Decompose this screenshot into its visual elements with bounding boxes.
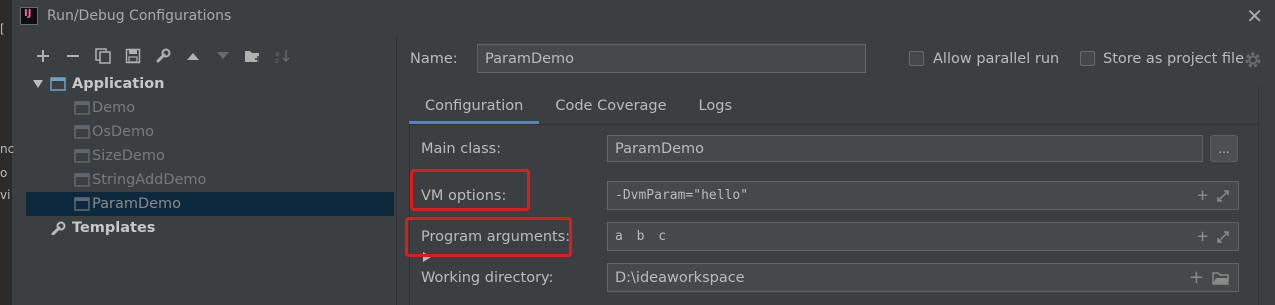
folder-icon[interactable] (1212, 271, 1230, 285)
expand-plus-icon[interactable]: + (1197, 186, 1208, 205)
tree-item-label: Demo (92, 100, 136, 116)
config-icon (74, 197, 90, 211)
close-icon[interactable]: ✕ (1246, 4, 1263, 28)
title-bar: IJ Run/Debug Configurations ✕ (12, 0, 1275, 34)
vm-options-highlight (410, 169, 530, 211)
tab-logs[interactable]: Logs (683, 88, 748, 124)
edge-fragment: [ (0, 22, 5, 36)
remove-icon[interactable] (58, 44, 88, 68)
tree-item[interactable]: SizeDemo (26, 144, 394, 168)
program-arguments-field[interactable]: a b c + (607, 222, 1239, 251)
config-icon (74, 101, 90, 115)
copy-icon[interactable] (88, 44, 118, 68)
expand-plus-icon[interactable]: + (1189, 268, 1204, 287)
tab-code-coverage[interactable]: Code Coverage (539, 88, 682, 124)
program-arguments-value: a b c (615, 229, 670, 244)
new-folder-icon[interactable] (238, 44, 268, 68)
expand-editor-icon[interactable] (1216, 189, 1230, 203)
expand-plus-icon[interactable]: + (1197, 227, 1208, 246)
tree-group-label: Application (72, 76, 165, 92)
add-icon[interactable] (28, 44, 58, 68)
allow-parallel-checkbox[interactable] (909, 51, 924, 66)
tree-item-label: SizeDemo (92, 148, 165, 164)
tab-bar: Configuration Code Coverage Logs (409, 88, 748, 124)
store-project-checkbox[interactable] (1080, 51, 1095, 66)
svg-text:z: z (275, 57, 279, 64)
edge-fragment: nc (0, 142, 15, 156)
tree-item[interactable]: OsDemo (26, 120, 394, 144)
allow-parallel-label: Allow parallel run (933, 51, 1060, 67)
wrench-icon[interactable] (148, 44, 178, 68)
tab-configuration[interactable]: Configuration (409, 88, 540, 124)
field-actions: + (1197, 223, 1230, 250)
tree-item[interactable]: StringAddDemo (26, 168, 394, 192)
sort-icon[interactable]: az (268, 44, 298, 68)
main-class-field[interactable]: ParamDemo (607, 135, 1203, 162)
name-field[interactable]: ParamDemo (477, 44, 866, 73)
vm-options-value: -DvmParam="hello" (615, 188, 749, 203)
expand-editor-icon[interactable] (1216, 230, 1230, 244)
tree-item-label: ParamDemo (92, 196, 182, 212)
config-icon (74, 125, 90, 139)
vertical-scrollbar[interactable] (1258, 86, 1275, 305)
edge-fragment: vi (0, 188, 11, 202)
app-icon-text: IJ (24, 8, 32, 19)
name-label: Name: (410, 51, 458, 67)
tree-item-label: OsDemo (92, 124, 155, 140)
browse-button[interactable]: ... (1210, 135, 1238, 162)
tree-group-application[interactable]: Application (26, 72, 394, 96)
tree-item[interactable]: Demo (26, 96, 394, 120)
tree-item-selected[interactable]: ParamDemo (26, 192, 394, 216)
intellij-app-icon: IJ (20, 7, 38, 25)
program-arguments-highlight (405, 217, 572, 257)
wrench-icon (51, 221, 66, 235)
tree-item-label: StringAddDemo (92, 172, 207, 188)
move-up-icon[interactable] (178, 44, 208, 68)
main-class-label: Main class: (421, 141, 502, 157)
store-project-label: Store as project file (1103, 51, 1244, 67)
application-icon (50, 77, 66, 91)
configuration-tree: Application Demo OsDemo SizeDemo StringA… (26, 72, 431, 305)
config-icon (74, 149, 90, 163)
working-directory-field[interactable]: D:\ideaworkspace + (607, 263, 1239, 292)
vm-options-field[interactable]: -DvmParam="hello" + (607, 181, 1239, 210)
tree-group-label: Templates (72, 220, 156, 236)
working-directory-value: D:\ideaworkspace (615, 269, 745, 286)
configuration-panel: Main class: ParamDemo ... VM options: -D… (409, 124, 1259, 305)
gear-icon[interactable] (1244, 51, 1262, 69)
field-actions: + (1189, 264, 1230, 291)
expand-arrow-icon[interactable] (33, 80, 43, 88)
config-toolbar: az (28, 44, 298, 68)
tree-group-templates[interactable]: Templates (26, 216, 431, 262)
move-down-icon[interactable] (208, 44, 238, 68)
field-actions: + (1197, 182, 1230, 209)
working-directory-label: Working directory: (421, 270, 554, 286)
window-title: Run/Debug Configurations (47, 8, 232, 24)
background-window-edge: [ nc o vi (0, 0, 15, 305)
config-icon (74, 173, 90, 187)
save-icon[interactable] (118, 44, 148, 68)
edge-fragment: o (0, 166, 8, 180)
